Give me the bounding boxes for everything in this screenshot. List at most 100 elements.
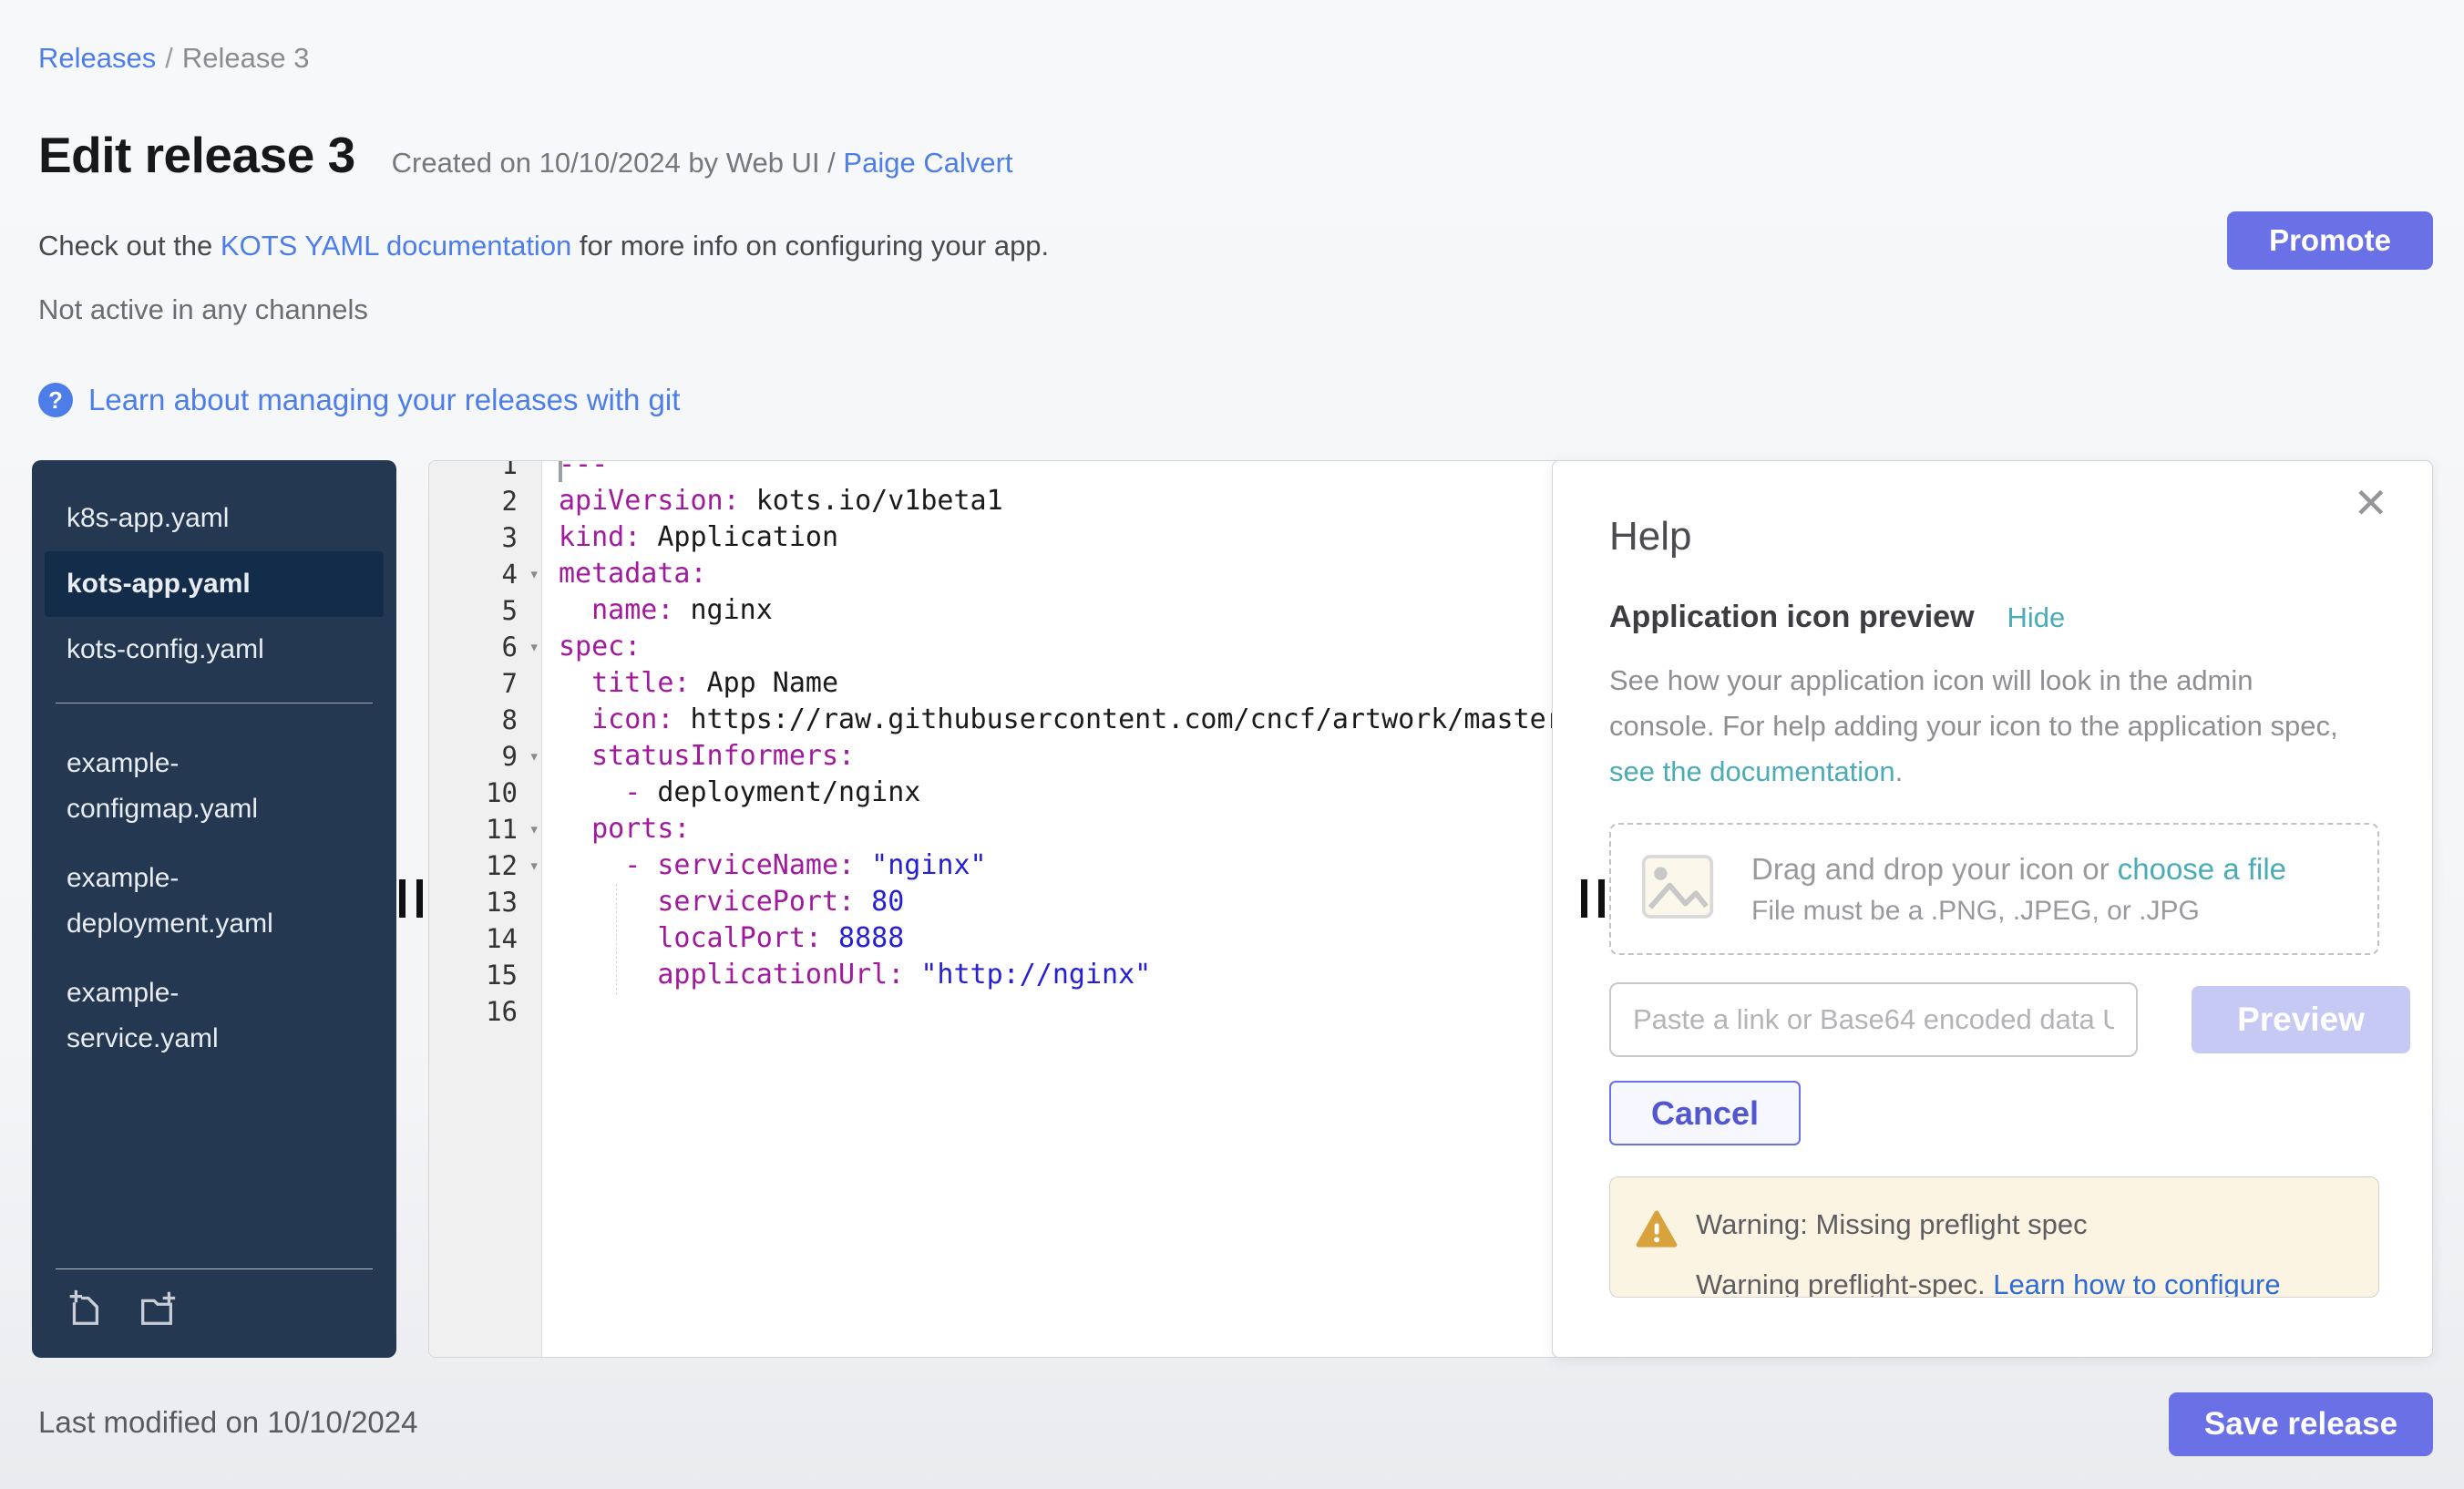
see-documentation-link[interactable]: see the documentation — [1609, 755, 1895, 787]
file-sidebar: k8s-app.yaml kots-app.yaml kots-config.yam… — [32, 460, 396, 1358]
promote-button[interactable]: Promote — [2227, 211, 2433, 270]
fold-arrow-icon[interactable]: ▾ — [529, 556, 539, 592]
help-panel-resize-handle[interactable] — [1581, 879, 1605, 918]
add-file-icon[interactable] — [63, 1288, 105, 1334]
code-text: metadata: — [541, 556, 707, 592]
release-editor-page: Releases / Release 3 Edit release 3 Create… — [0, 0, 2464, 1489]
icon-url-input[interactable] — [1609, 982, 2138, 1057]
sidebar-item-kots-app-yaml[interactable]: kots-app.yaml — [45, 551, 384, 617]
help-panel-title: Help — [1609, 514, 1692, 560]
code-text: - serviceName: "nginx" — [541, 847, 987, 884]
breadcrumb-separator: / — [165, 42, 173, 74]
code-text: localPort: 8888 — [541, 920, 904, 957]
channel-status-text: Not active in any channels — [38, 293, 368, 326]
learn-how-to-configure-link[interactable]: Learn how to configure — [1993, 1268, 2280, 1298]
line-number[interactable]: 14 — [429, 920, 541, 957]
icon-dropzone[interactable]: Drag and drop your icon or choose a file… — [1609, 823, 2379, 955]
line-number[interactable]: 13 — [429, 884, 541, 920]
code-text: title: App Name — [541, 665, 838, 702]
question-circle-icon: ? — [38, 383, 73, 417]
dropzone-line1-text: Drag and drop your icon or — [1751, 852, 2118, 886]
description-period: . — [1895, 755, 1904, 787]
doc-text-before: Check out the — [38, 230, 221, 262]
image-placeholder-icon — [1638, 847, 1717, 930]
line-number[interactable]: 16 — [429, 993, 541, 1030]
created-text: Created on 10/10/2024 by Web UI / — [392, 147, 836, 179]
line-number[interactable]: 3 — [429, 519, 541, 556]
code-text: - deployment/nginx — [541, 775, 920, 811]
line-number[interactable]: 2 — [429, 483, 541, 519]
breadcrumb-releases-link[interactable]: Releases — [38, 42, 156, 74]
warning-detail-text: Warning preflight-spec. — [1696, 1268, 1993, 1298]
main-area: k8s-app.yaml kots-app.yaml kots-config.yam… — [32, 460, 2433, 1358]
code-text: ports: — [541, 811, 691, 847]
line-number[interactable]: 11▾ — [429, 811, 541, 847]
icon-preview-title: Application icon preview — [1609, 600, 1975, 635]
hide-link[interactable]: Hide — [2007, 601, 2066, 634]
breadcrumb-current: Release 3 — [182, 42, 310, 74]
line-number[interactable]: 1 — [429, 460, 541, 483]
line-number[interactable]: 5 — [429, 592, 541, 629]
fold-arrow-icon[interactable]: ▾ — [529, 629, 539, 665]
fold-arrow-icon[interactable]: ▾ — [529, 847, 539, 884]
preview-button[interactable]: Preview — [2192, 986, 2410, 1053]
warning-icon — [1636, 1210, 1678, 1253]
code-text: icon: https://raw.githubusercontent.com/… — [541, 702, 1579, 738]
title-row: Edit release 3 Created on 10/10/2024 by … — [38, 126, 1013, 184]
fold-arrow-icon[interactable]: ▾ — [529, 811, 539, 847]
choose-file-link[interactable]: choose a file — [2118, 852, 2286, 886]
file-label: example-deployment.yaml — [67, 856, 322, 947]
file-label: kots-app.yaml — [67, 565, 251, 603]
breadcrumb: Releases / Release 3 — [38, 42, 309, 75]
git-releases-help-link[interactable]: Learn about managing your releases with … — [88, 383, 680, 417]
line-number[interactable]: 10 — [429, 775, 541, 811]
documentation-line: Check out the KOTS YAML documentation fo… — [38, 230, 1049, 262]
file-label: k8s-app.yaml — [67, 499, 229, 538]
line-number[interactable]: 6▾ — [429, 629, 541, 665]
code-text: --- — [541, 460, 608, 483]
warning-detail: Warning preflight-spec. Learn how to con… — [1696, 1268, 2281, 1298]
line-number[interactable]: 12▾ — [429, 847, 541, 884]
icon-preview-section-header: Application icon preview Hide — [1609, 600, 2065, 635]
code-text — [541, 993, 559, 1030]
dropzone-text: Drag and drop your icon or choose a file… — [1751, 852, 2286, 927]
sidebar-item-kots-config-yaml[interactable]: kots-config.yaml — [45, 617, 384, 683]
page-title: Edit release 3 — [38, 126, 355, 184]
warning-title: Warning: Missing preflight spec — [1696, 1208, 2088, 1241]
fold-arrow-icon[interactable]: ▾ — [529, 738, 539, 775]
line-number[interactable]: 8 — [429, 702, 541, 738]
icon-preview-description: See how your application icon will look … — [1609, 658, 2338, 795]
last-modified-text: Last modified on 10/10/2024 — [38, 1405, 417, 1440]
git-help-row: ? Learn about managing your releases wit… — [38, 383, 680, 417]
line-number[interactable]: 4▾ — [429, 556, 541, 592]
sidebar-footer — [56, 1268, 373, 1358]
sidebar-resize-handle[interactable] — [399, 879, 423, 918]
code-text: kind: Application — [541, 519, 838, 556]
code-text: servicePort: 80 — [541, 884, 904, 920]
save-release-button[interactable]: Save release — [2169, 1392, 2433, 1456]
file-list-main: k8s-app.yaml kots-app.yaml kots-config.yam… — [32, 460, 396, 683]
sidebar-item-k8s-app-yaml[interactable]: k8s-app.yaml — [45, 486, 384, 551]
doc-text-after: for more info on configuring your app. — [571, 230, 1049, 262]
code-text: apiVersion: kots.io/v1beta1 — [541, 483, 1003, 519]
line-number[interactable]: 9▾ — [429, 738, 541, 775]
dropzone-file-types: File must be a .PNG, .JPEG, or .JPG — [1751, 896, 2286, 927]
sidebar-item-example-configmap-yaml[interactable]: example-configmap.yaml — [45, 729, 384, 844]
created-author-link[interactable]: Paige Calvert — [843, 147, 1012, 179]
code-text: spec: — [541, 629, 641, 665]
file-label: example-configmap.yaml — [67, 741, 322, 832]
kots-yaml-docs-link[interactable]: KOTS YAML documentation — [221, 230, 571, 262]
sidebar-item-example-service-yaml[interactable]: example-service.yaml — [45, 959, 384, 1073]
editor-caret — [559, 461, 562, 482]
code-text: applicationUrl: "http://nginx" — [541, 957, 1151, 993]
created-subtitle: Created on 10/10/2024 by Web UI / Paige … — [392, 147, 1013, 180]
line-number[interactable]: 7 — [429, 665, 541, 702]
help-panel: ✕ Help Application icon preview Hide See… — [1552, 460, 2433, 1358]
close-icon[interactable]: ✕ — [2347, 481, 2394, 525]
file-label: kots-config.yaml — [67, 631, 264, 669]
cancel-button[interactable]: Cancel — [1609, 1081, 1801, 1145]
line-number[interactable]: 15 — [429, 957, 541, 993]
code-text: statusInformers: — [541, 738, 855, 775]
add-folder-icon[interactable] — [136, 1288, 178, 1334]
sidebar-item-example-deployment-yaml[interactable]: example-deployment.yaml — [45, 844, 384, 959]
